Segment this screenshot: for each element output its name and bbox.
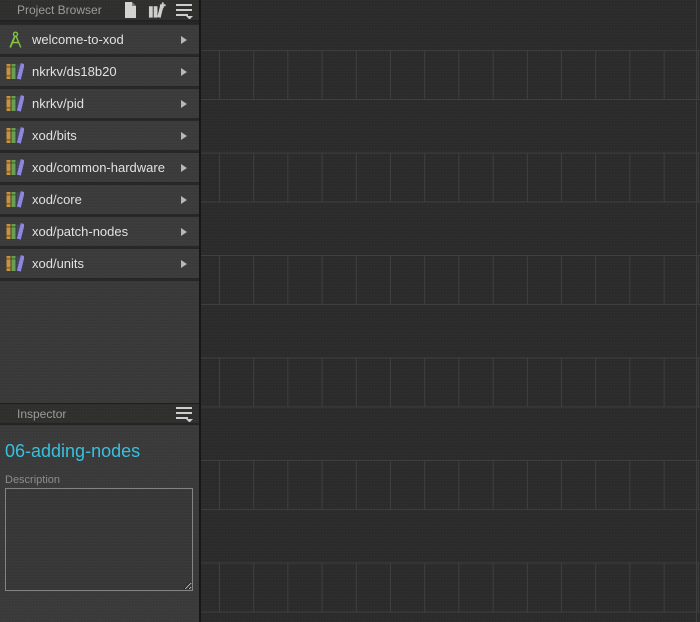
project-browser-title: Project Browser <box>17 3 112 17</box>
patch-canvas[interactable] <box>201 0 700 622</box>
project-browser-item-nkrkv/pid[interactable]: nkrkv/pid <box>0 89 199 118</box>
row-icon-slot <box>6 127 24 145</box>
add-library-icon[interactable] <box>148 1 166 19</box>
canvas-right-edge-line <box>696 0 697 622</box>
panel-menu-icon[interactable] <box>175 1 193 19</box>
chevron-right-icon <box>181 164 187 172</box>
hamburger-caret-icon <box>176 405 193 422</box>
chevron-right-icon <box>181 196 187 204</box>
item-label: welcome-to-xod <box>32 32 181 47</box>
chevron-right-icon <box>181 228 187 236</box>
file-icon <box>124 2 137 18</box>
item-label: nkrkv/pid <box>32 96 181 111</box>
library-books-icon <box>6 159 24 176</box>
chevron-right-icon <box>181 36 187 44</box>
chevron-right-icon <box>181 132 187 140</box>
project-browser-item-xod/common-hardware[interactable]: xod/common-hardware <box>0 153 199 182</box>
item-label: xod/core <box>32 192 181 207</box>
item-label: xod/units <box>32 256 181 271</box>
project-browser-item-xod/core[interactable]: xod/core <box>0 185 199 214</box>
inspector-body: 06-adding-nodes Description <box>0 425 199 622</box>
library-books-icon <box>6 95 24 112</box>
item-label: xod/patch-nodes <box>32 224 181 239</box>
item-label: nkrkv/ds18b20 <box>32 64 181 79</box>
project-browser-item-xod/bits[interactable]: xod/bits <box>0 121 199 150</box>
library-books-icon <box>6 223 24 240</box>
canvas-grid <box>201 0 700 622</box>
library-books-icon <box>6 63 24 80</box>
new-patch-file-icon[interactable] <box>121 1 139 19</box>
hamburger-caret-icon <box>176 2 193 19</box>
chevron-right-icon <box>181 100 187 108</box>
project-browser-item-welcome-to-xod[interactable]: welcome-to-xod <box>0 25 199 54</box>
chevron-right-icon <box>181 68 187 76</box>
row-icon-slot <box>6 63 24 81</box>
description-label: Description <box>5 474 194 486</box>
project-compass-icon <box>7 31 24 49</box>
project-browser-item-nkrkv/ds18b20[interactable]: nkrkv/ds18b20 <box>0 57 199 86</box>
books-plus-icon <box>148 2 166 19</box>
row-icon-slot <box>6 255 24 273</box>
inspector-title: Inspector <box>17 407 166 421</box>
item-label: xod/bits <box>32 128 181 143</box>
inspector-menu-icon[interactable] <box>175 405 193 423</box>
xod-ide-window: Project Browser <box>0 0 700 622</box>
sidebar-empty-area <box>0 281 199 403</box>
project-browser-item-xod/units[interactable]: xod/units <box>0 249 199 278</box>
library-books-icon <box>6 127 24 144</box>
row-icon-slot <box>6 31 24 49</box>
library-books-icon <box>6 255 24 272</box>
inspector-header: Inspector <box>0 403 199 425</box>
selected-patch-name: 06-adding-nodes <box>5 441 194 462</box>
row-icon-slot <box>6 159 24 177</box>
chevron-right-icon <box>181 260 187 268</box>
sidebar: Project Browser <box>0 0 201 622</box>
row-icon-slot <box>6 191 24 209</box>
item-label: xod/common-hardware <box>32 160 181 175</box>
project-browser-list: welcome-to-xod nkrkv/ds18b20 <box>0 22 199 281</box>
row-icon-slot <box>6 95 24 113</box>
library-books-icon <box>6 191 24 208</box>
description-textarea[interactable] <box>5 488 193 591</box>
row-icon-slot <box>6 223 24 241</box>
project-browser-item-xod/patch-nodes[interactable]: xod/patch-nodes <box>0 217 199 246</box>
project-browser-header: Project Browser <box>0 0 199 22</box>
